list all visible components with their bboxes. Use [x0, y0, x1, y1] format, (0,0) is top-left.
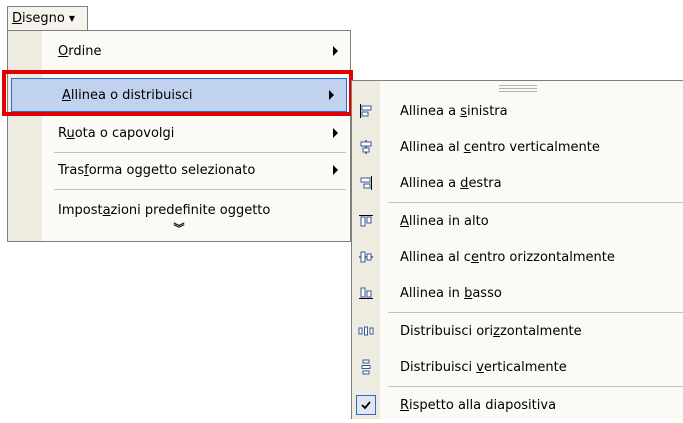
- submenu-item-allinea-sinistra[interactable]: Allinea a sinistra: [352, 93, 683, 129]
- submenu-item-label: Allinea in alto: [400, 213, 489, 229]
- menu-item-trasforma-oggetto[interactable]: Trasforma oggetto selezionato: [8, 153, 350, 187]
- align-left-icon: [360, 104, 372, 118]
- menu-item-label: Impostazioni predefinite oggetto: [58, 202, 271, 218]
- dropdown-arrow-icon: ▼: [68, 14, 75, 23]
- submenu-grip-handle[interactable]: [499, 85, 537, 92]
- submenu-item-label: Allinea a sinistra: [400, 103, 508, 119]
- submenu-item-label: Allinea in basso: [400, 285, 502, 301]
- distribute-vertical-icon: [361, 359, 371, 375]
- submenu-arrow-icon: [333, 128, 338, 138]
- submenu-item-label: Distribuisci orizzontalmente: [400, 323, 582, 339]
- menu-separator: [54, 189, 346, 190]
- disegno-dropdown-menu: Ordine Allinea o distribuisci Ruota o ca…: [7, 30, 351, 242]
- menu-item-label: Ruota o capovolgi: [58, 125, 175, 141]
- submenu-item-label: Rispetto alla diapositiva: [400, 397, 557, 413]
- submenu-arrow-icon: [333, 46, 338, 56]
- submenu-item-label: Allinea a destra: [400, 175, 502, 191]
- submenu-item-allinea-basso[interactable]: Allinea in basso: [352, 275, 683, 311]
- checked-state-box: [356, 395, 376, 415]
- menu-item-label: Ordine: [58, 43, 102, 59]
- menu-disegno-label: Disegno: [12, 11, 65, 26]
- submenu-item-allinea-alto[interactable]: Allinea in alto: [352, 203, 683, 239]
- submenu-item-allinea-destra[interactable]: Allinea a destra: [352, 165, 683, 201]
- submenu-item-label: Distribuisci verticalmente: [400, 359, 567, 375]
- submenu-item-distribuisci-verticalmente[interactable]: Distribuisci verticalmente: [352, 349, 683, 385]
- align-right-icon: [360, 176, 372, 190]
- align-middle-icon: [359, 251, 373, 263]
- submenu-arrow-icon: [333, 165, 338, 175]
- checkmark-icon: [361, 401, 371, 410]
- align-bottom-icon: [359, 287, 373, 299]
- align-center-icon: [360, 140, 372, 154]
- menu-disegno[interactable]: Disegno ▼: [7, 6, 88, 30]
- distribute-horizontal-icon: [358, 326, 374, 336]
- align-top-icon: [359, 215, 373, 227]
- menu-item-ordine[interactable]: Ordine: [8, 34, 350, 68]
- submenu-item-label: Allinea al centro orizzontalmente: [400, 249, 615, 265]
- double-chevron-down-icon[interactable]: ︾: [174, 223, 185, 234]
- submenu-item-rispetto-diapositiva[interactable]: Rispetto alla diapositiva: [352, 387, 683, 423]
- submenu-item-allinea-centro-verticalmente[interactable]: Allinea al centro verticalmente: [352, 129, 683, 165]
- menu-item-ruota-capovolgi[interactable]: Ruota o capovolgi: [8, 116, 350, 150]
- submenu-item-allinea-centro-orizzontalmente[interactable]: Allinea al centro orizzontalmente: [352, 239, 683, 275]
- menu-item-label: Trasforma oggetto selezionato: [58, 162, 256, 178]
- submenu-item-label: Allinea al centro verticalmente: [400, 139, 600, 155]
- annotation-highlight-box: [2, 70, 353, 116]
- allinea-distribuisci-submenu: Allinea a sinistra Allinea al centro ver…: [351, 80, 683, 419]
- submenu-item-distribuisci-orizzontalmente[interactable]: Distribuisci orizzontalmente: [352, 313, 683, 349]
